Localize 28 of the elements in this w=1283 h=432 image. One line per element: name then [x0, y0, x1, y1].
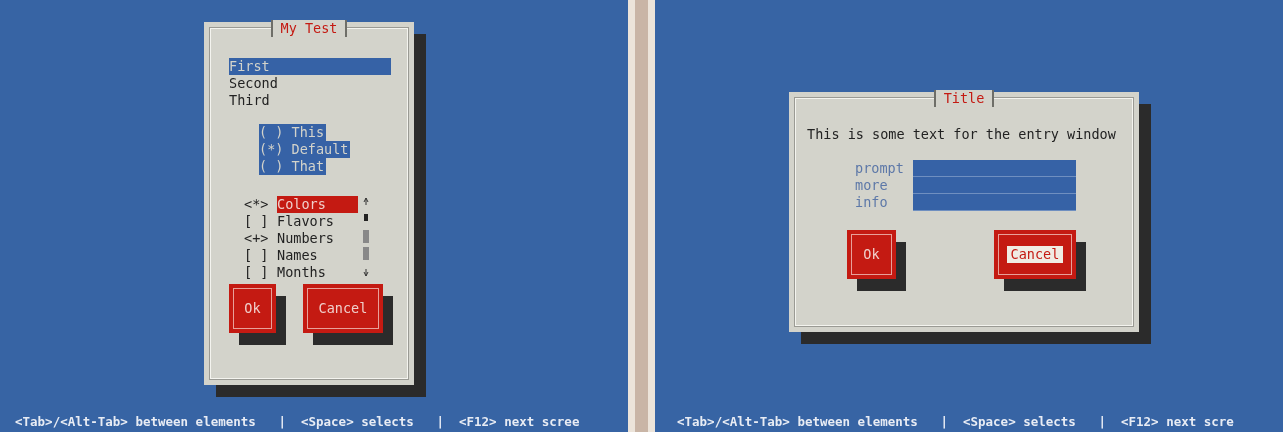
dialog-title: Title [933, 90, 995, 107]
input-field[interactable] [913, 177, 1076, 194]
list-item[interactable]: Second [229, 75, 391, 92]
field-label: prompt [855, 160, 905, 177]
radio-option[interactable]: ( ) This [259, 124, 327, 141]
checklist-item[interactable]: Flavors [277, 213, 358, 230]
checklist-item[interactable]: Numbers [277, 230, 358, 247]
checkbox-marker[interactable]: [ ] [244, 247, 277, 264]
splitter-bar[interactable] [628, 0, 655, 432]
checklist-item[interactable]: Months [277, 264, 358, 281]
input-field[interactable] [913, 194, 1076, 211]
status-text: <Tab>/<Alt-Tab> between elements | <Space> selects | <F12> next scree [14, 414, 581, 431]
list-item[interactable]: First [229, 58, 391, 75]
status-text: <Tab>/<Alt-Tab> between elements | <Space> selects | <F12> next scre [676, 414, 1235, 431]
checkbox-marker[interactable]: [ ] [244, 264, 277, 281]
checkbox-marker[interactable]: <*> [244, 196, 277, 213]
field-label: info [855, 194, 889, 211]
dialog-title: My Test [270, 20, 348, 37]
input-field[interactable] [913, 160, 1076, 177]
radio-option[interactable]: (*) Default [259, 141, 351, 158]
list-item[interactable]: Third [229, 92, 391, 109]
checklist-item[interactable]: Colors [277, 196, 358, 213]
dialog-text: This is some text for the entry window [807, 126, 1117, 143]
checkbox-marker[interactable]: [ ] [244, 213, 277, 230]
checkbox-marker[interactable]: <+> [244, 230, 277, 247]
field-label: more [855, 177, 889, 194]
radio-option[interactable]: ( ) That [259, 158, 327, 175]
checklist-item[interactable]: Names [277, 247, 358, 264]
